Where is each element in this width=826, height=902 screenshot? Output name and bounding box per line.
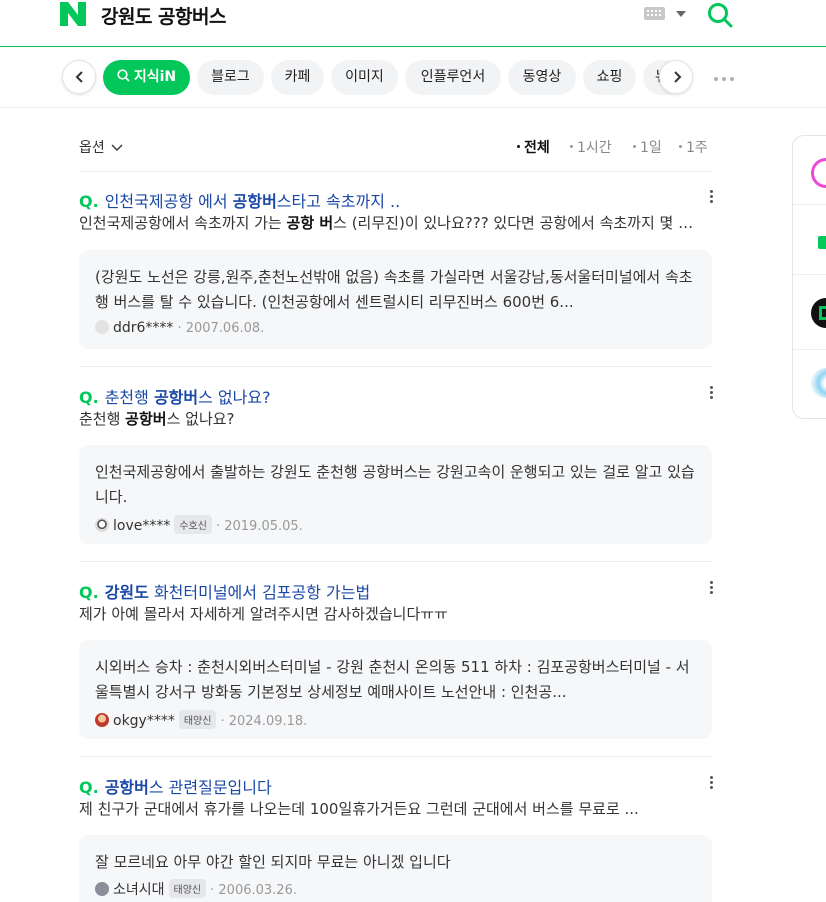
user-rank-badge: 태양신 [178, 710, 217, 729]
side-shortcut-panel [792, 135, 826, 419]
answer-user[interactable]: 소녀시대 [113, 882, 165, 898]
period-label: 1일 [640, 140, 662, 156]
tab-image[interactable]: 이미지 [331, 60, 398, 95]
period-label: 1주 [686, 140, 708, 156]
answer-meta: love**** 수호신 · 2019.05.05. [95, 515, 303, 534]
answer-user[interactable]: okgy**** [113, 713, 175, 729]
divider [793, 349, 826, 350]
answer-date: · 2006.03.26. [210, 883, 297, 898]
divider [79, 756, 712, 757]
more-options-icon[interactable] [710, 386, 714, 400]
chevron-left-icon [75, 71, 83, 83]
answer-date: · 2024.09.18. [220, 714, 308, 729]
divider [793, 204, 826, 205]
answer-text: (강원도 노선은 강릉,원주,춘천노선밖애 없음) 속초를 가실라면 서울강남,… [95, 268, 693, 311]
result-title[interactable]: Q. 인천국제공항 에서 공항버스타고 속초까지 .. [79, 188, 679, 212]
answer-box[interactable]: 잘 모르네요 아무 야간 할인 되지마 무료는 아니겠 입니다 소녀시대 태양신 ·… [79, 835, 712, 902]
naver-shortcut-icon[interactable] [811, 228, 826, 258]
answer-user[interactable]: love**** [113, 518, 170, 534]
chevron-down-icon[interactable] [676, 11, 686, 17]
search-icon[interactable] [707, 2, 733, 28]
period-1hour[interactable]: 1시간 [570, 137, 612, 157]
header: 강원도 공항버스 [0, 0, 826, 47]
search-query[interactable]: 강원도 공항버스 [101, 2, 226, 29]
period-1day[interactable]: 1일 [633, 137, 662, 157]
period-1week[interactable]: 1주 [679, 137, 708, 157]
user-rank-badge: 태양신 [168, 879, 207, 898]
tabs-prev-button[interactable] [62, 60, 96, 94]
divider [79, 366, 712, 367]
result-description[interactable]: 제 친구가 군대에서 휴가를 나오는데 100일휴가거든요 그런데 군대에서 버… [79, 798, 704, 819]
chevron-down-icon [111, 144, 123, 151]
answer-date: · 2007.06.08. [177, 321, 265, 336]
answer-meta: 소녀시대 태양신 · 2006.03.26. [95, 879, 297, 899]
period-all[interactable]: 전체 [517, 137, 550, 157]
tab-kin[interactable]: 지식iN [103, 60, 190, 95]
answer-text: 잘 모르네요 아무 야간 할인 되지마 무료는 아니겠 입니다 [95, 853, 451, 871]
options-toggle[interactable]: 옵션 [79, 137, 123, 157]
period-label: 전체 [524, 140, 550, 156]
answer-user[interactable]: ddr6**** [113, 320, 173, 336]
chevron-right-icon [674, 71, 682, 83]
tab-shopping[interactable]: 쇼핑 [583, 60, 636, 95]
more-options-icon[interactable] [710, 581, 714, 595]
answer-text: 인천국제공항에서 출발하는 강원도 춘천행 공항버스는 강원고속이 운행되고 있… [95, 463, 695, 506]
result-item: Q. 공항버스 관련질문입니다 제 친구가 군대에서 휴가를 나오는데 100일휴… [79, 774, 714, 902]
answer-date: · 2019.05.05. [215, 519, 303, 534]
result-item: Q. 춘천행 공항버스 없나요? 춘천행 공항버스 없나요? 인천국제공항에서 출… [79, 384, 714, 549]
result-description[interactable]: 춘천행 공항버스 없나요? [79, 408, 704, 429]
search-icon [117, 69, 130, 82]
answer-box[interactable]: (강원도 노선은 강릉,원주,춘천노선밖애 없음) 속초를 가실라면 서울강남,… [79, 250, 712, 349]
avatar [95, 882, 109, 896]
result-description[interactable]: 제가 아예 몰라서 자세하게 알려주시면 감사하겠습니다ㅠㅠ [79, 603, 704, 624]
answer-box[interactable]: 시외버스 승차 : 춘천시외버스터미널 - 강원 춘천시 온의동 511 하차 … [79, 640, 712, 739]
options-label: 옵션 [79, 140, 105, 156]
tab-influencer[interactable]: 인플루언서 [405, 60, 501, 95]
shortcut-icon[interactable] [811, 298, 826, 328]
answer-meta: okgy**** 태양신 · 2024.09.18. [95, 710, 307, 729]
result-title[interactable]: Q. 강원도 화천터미널에서 김포공항 가는법 [79, 579, 679, 603]
divider [79, 561, 712, 562]
shortcut-icon[interactable] [811, 368, 826, 398]
shortcut-icon[interactable] [811, 158, 826, 188]
divider [793, 274, 826, 275]
naver-logo[interactable] [60, 2, 86, 26]
more-options-icon[interactable] [710, 190, 714, 204]
result-title[interactable]: Q. 춘천행 공항버스 없나요? [79, 384, 679, 408]
avatar [95, 518, 109, 532]
result-title[interactable]: Q. 공항버스 관련질문입니다 [79, 774, 679, 798]
avatar [95, 713, 109, 727]
result-item: Q. 인천국제공항 에서 공항버스타고 속초까지 .. 인천국제공항에서 속초까지… [79, 188, 714, 353]
tab-blog[interactable]: 블로그 [197, 60, 264, 95]
avatar [95, 320, 109, 334]
answer-meta: ddr6**** · 2007.06.08. [95, 320, 264, 336]
answer-text: 시외버스 승차 : 춘천시외버스터미널 - 강원 춘천시 온의동 511 하차 … [95, 658, 690, 701]
more-options-icon[interactable] [710, 776, 714, 790]
tabs-next-button[interactable] [659, 60, 693, 94]
tab-cafe[interactable]: 카페 [271, 60, 324, 95]
tab-video[interactable]: 동영상 [508, 60, 576, 95]
period-label: 1시간 [577, 140, 612, 156]
user-rank-badge: 수호신 [174, 515, 212, 534]
result-item: Q. 강원도 화천터미널에서 김포공항 가는법 제가 아예 몰라서 자세하게 알려… [79, 579, 714, 744]
tab-label: 지식iN [133, 69, 177, 85]
divider [79, 171, 712, 172]
answer-box[interactable]: 인천국제공항에서 출발하는 강원도 춘천행 공항버스는 강원고속이 운행되고 있… [79, 445, 712, 544]
search-tabs: 지식iN 블로그 카페 이미지 인플루언서 동영상 쇼핑 뉴 [0, 48, 826, 108]
result-description[interactable]: 인천국제공항에서 속초까지 가는 공항 버스 (리무진)이 있나요??? 있다면… [79, 212, 704, 233]
keyboard-icon[interactable] [644, 7, 665, 20]
